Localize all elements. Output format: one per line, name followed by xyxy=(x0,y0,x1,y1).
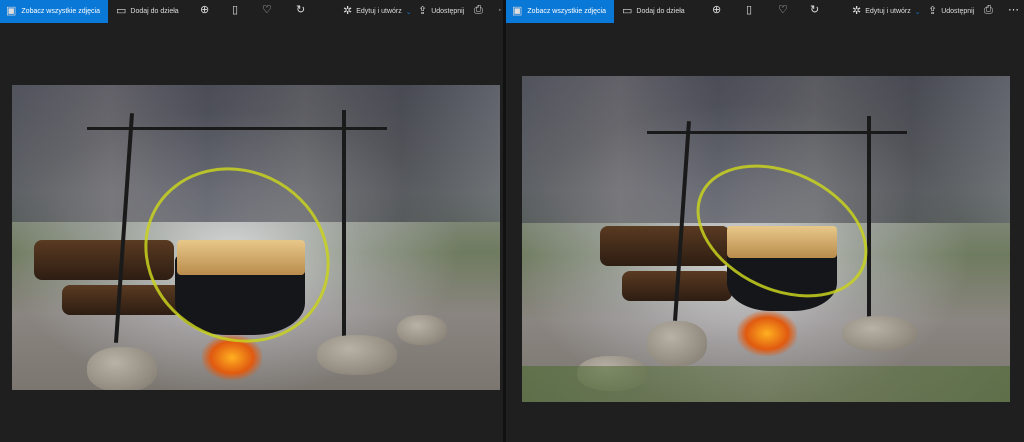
add-creation-icon: ▭ xyxy=(622,5,633,17)
share-button[interactable]: ⇪ Udostępnij xyxy=(920,0,982,23)
more-icon[interactable]: ⋯ xyxy=(1008,5,1019,16)
add-creation-icon: ▭ xyxy=(116,5,127,17)
print-icon[interactable]: ⎙ xyxy=(474,5,483,16)
photos-window-right: ▣ Zobacz wszystkie zdjęcia ▭ Dodaj do dzie… xyxy=(506,0,1024,442)
stone xyxy=(317,335,397,375)
photo xyxy=(522,76,1010,402)
zoom-in-icon[interactable]: ⊕ xyxy=(200,5,209,16)
edit-create-button[interactable]: ✲ Edytuj i utwórz ⌄ xyxy=(844,0,929,23)
fire xyxy=(737,311,797,356)
see-all-photos-button[interactable]: ▣ Zobacz wszystkie zdjęcia xyxy=(0,0,108,23)
edit-create-button[interactable]: ✲ Edytuj i utwórz ⌄ xyxy=(335,0,420,23)
photos-icon: ▣ xyxy=(512,5,523,17)
pole xyxy=(342,110,346,350)
photos-window-left: ▣ Zobacz wszystkie zdjęcia ▭ Dodaj do dzie… xyxy=(0,0,503,442)
share-button[interactable]: ⇪ Udostępnij xyxy=(410,0,472,23)
rotate-icon[interactable]: ↻ xyxy=(296,5,305,16)
edit-icon: ✲ xyxy=(343,5,353,17)
delete-icon[interactable]: ▯ xyxy=(746,5,752,16)
share-icon: ⇪ xyxy=(928,5,938,17)
photo xyxy=(12,85,500,390)
stone xyxy=(397,315,447,345)
favorite-icon[interactable]: ♡ xyxy=(778,5,788,16)
see-all-photos-button[interactable]: ▣ Zobacz wszystkie zdjęcia xyxy=(506,0,614,23)
pole xyxy=(867,116,871,326)
print-icon[interactable]: ⎙ xyxy=(984,5,993,16)
toolbar: ▣ Zobacz wszystkie zdjęcia ▭ Dodaj do dzie… xyxy=(506,0,1024,23)
stone xyxy=(647,321,707,366)
zoom-in-icon[interactable]: ⊕ xyxy=(712,5,721,16)
add-to-creation-button[interactable]: ▭ Dodaj do dzieła xyxy=(108,0,187,23)
more-icon[interactable]: · xyxy=(498,5,502,16)
stone xyxy=(842,316,917,351)
photos-icon: ▣ xyxy=(6,5,17,17)
add-to-creation-button[interactable]: ▭ Dodaj do dzieła xyxy=(614,0,693,23)
toolbar: ▣ Zobacz wszystkie zdjęcia ▭ Dodaj do dzie… xyxy=(0,0,503,23)
share-icon: ⇪ xyxy=(418,5,428,17)
delete-icon[interactable]: ▯ xyxy=(232,5,238,16)
crossbar xyxy=(87,127,387,130)
edit-icon: ✲ xyxy=(852,5,862,17)
crossbar xyxy=(647,131,907,134)
grass xyxy=(522,366,1010,402)
stone xyxy=(87,347,157,390)
rotate-icon[interactable]: ↻ xyxy=(810,5,819,16)
favorite-icon[interactable]: ♡ xyxy=(262,5,272,16)
